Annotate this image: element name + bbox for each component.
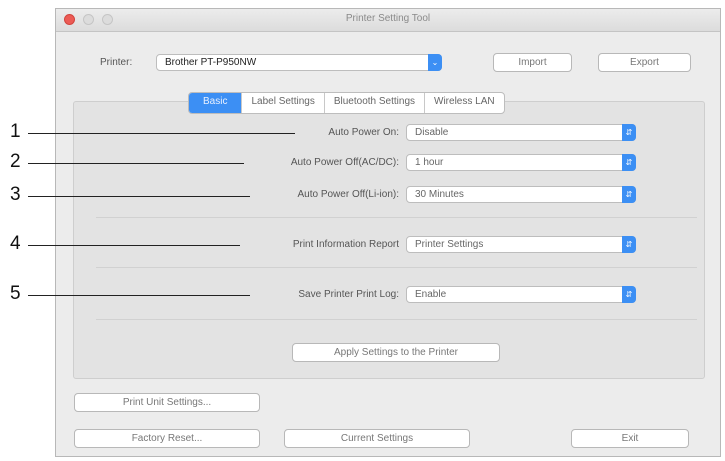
callout-line-2: [28, 163, 244, 164]
chevron-down-icon: ⌄: [428, 54, 442, 71]
callout-line-5: [28, 295, 250, 296]
tab-basic[interactable]: Basic: [189, 93, 242, 113]
auto-power-off-liion-value: 30 Minutes: [415, 189, 464, 200]
callout-1: 1: [10, 121, 21, 142]
save-printer-print-log-label: Save Printer Print Log:: [298, 289, 399, 300]
print-information-report-value: Printer Settings: [415, 239, 484, 250]
auto-power-off-liion-select[interactable]: 30 Minutes ⇵: [406, 186, 636, 203]
callout-4: 4: [10, 233, 21, 254]
exit-button[interactable]: Exit: [571, 429, 689, 448]
auto-power-on-select[interactable]: Disable ⇵: [406, 124, 636, 141]
auto-power-off-acdc-select[interactable]: 1 hour ⇵: [406, 154, 636, 171]
auto-power-on-label: Auto Power On:: [328, 127, 399, 138]
auto-power-off-liion-label: Auto Power Off(Li-ion):: [297, 189, 399, 200]
callout-2: 2: [10, 151, 21, 172]
auto-power-on-value: Disable: [415, 127, 449, 138]
factory-reset-button[interactable]: Factory Reset...: [74, 429, 260, 448]
save-printer-print-log-select[interactable]: Enable ⇵: [406, 286, 636, 303]
chevron-updown-icon: ⇵: [622, 236, 636, 253]
printer-label: Printer:: [100, 57, 133, 68]
print-information-report-label: Print Information Report: [292, 239, 399, 250]
window-title: Printer Setting Tool: [345, 13, 431, 24]
print-unit-settings-button[interactable]: Print Unit Settings...: [74, 393, 260, 412]
divider: [96, 267, 697, 268]
title-bar: Printer Setting Tool: [56, 9, 720, 32]
chevron-updown-icon: ⇵: [622, 186, 636, 203]
auto-power-off-acdc-label: Auto Power Off(AC/DC):: [290, 157, 399, 168]
current-settings-button[interactable]: Current Settings: [284, 429, 470, 448]
apply-settings-button[interactable]: Apply Settings to the Printer: [292, 343, 500, 362]
print-information-report-select[interactable]: Printer Settings ⇵: [406, 236, 636, 253]
import-button[interactable]: Import: [493, 53, 572, 72]
callout-5: 5: [10, 283, 21, 304]
tab-bluetooth-settings[interactable]: Bluetooth Settings: [323, 93, 424, 113]
printer-select-value: Brother PT-P950NW: [165, 57, 257, 68]
printer-select[interactable]: Brother PT-P950NW ⌄: [156, 54, 442, 71]
tab-label-settings[interactable]: Label Settings: [241, 93, 323, 113]
tab-bar: Basic Label Settings Bluetooth Settings …: [188, 92, 505, 114]
divider: [96, 319, 697, 320]
callout-line-1: [28, 133, 295, 134]
callout-3: 3: [10, 184, 21, 205]
chevron-updown-icon: ⇵: [622, 124, 636, 141]
divider: [96, 217, 697, 218]
chevron-updown-icon: ⇵: [622, 286, 636, 303]
printer-setting-tool-window: Printer Setting Tool Printer: Brother PT…: [55, 8, 721, 457]
save-printer-print-log-value: Enable: [415, 289, 447, 300]
callout-line-3: [28, 196, 250, 197]
chevron-updown-icon: ⇵: [622, 154, 636, 171]
auto-power-off-acdc-value: 1 hour: [415, 157, 444, 168]
export-button[interactable]: Export: [598, 53, 691, 72]
tab-wireless-lan[interactable]: Wireless LAN: [424, 93, 504, 113]
callout-line-4: [28, 245, 240, 246]
